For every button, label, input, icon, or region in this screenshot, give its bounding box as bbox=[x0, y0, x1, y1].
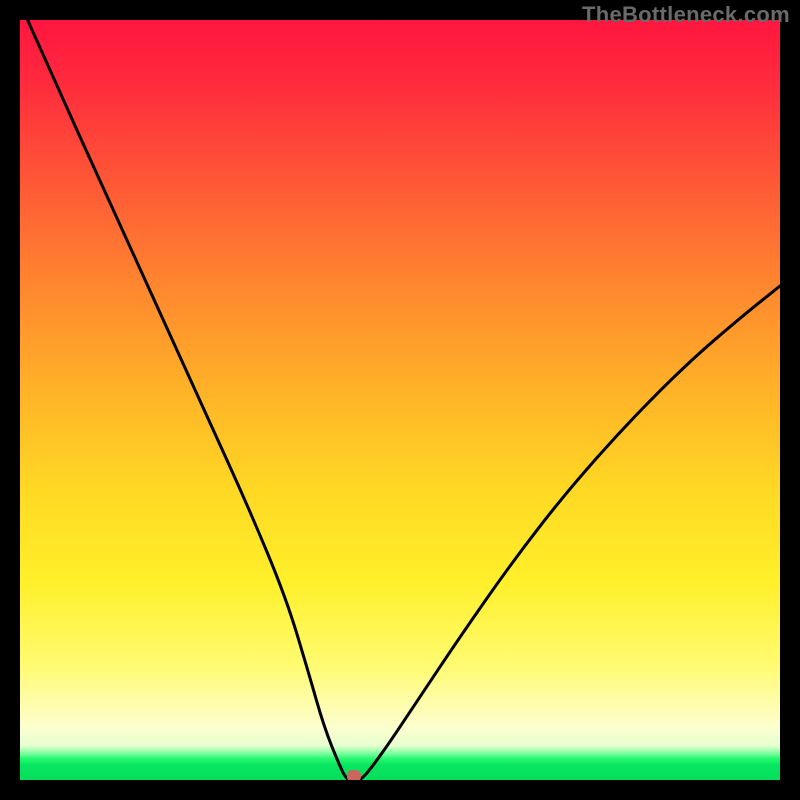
min-point-marker bbox=[347, 770, 361, 780]
bottleneck-curve-path bbox=[28, 20, 780, 780]
chart-frame: TheBottleneck.com bbox=[0, 0, 800, 800]
plot-area bbox=[20, 20, 780, 780]
watermark-text: TheBottleneck.com bbox=[582, 2, 790, 28]
curve-svg bbox=[20, 20, 780, 780]
